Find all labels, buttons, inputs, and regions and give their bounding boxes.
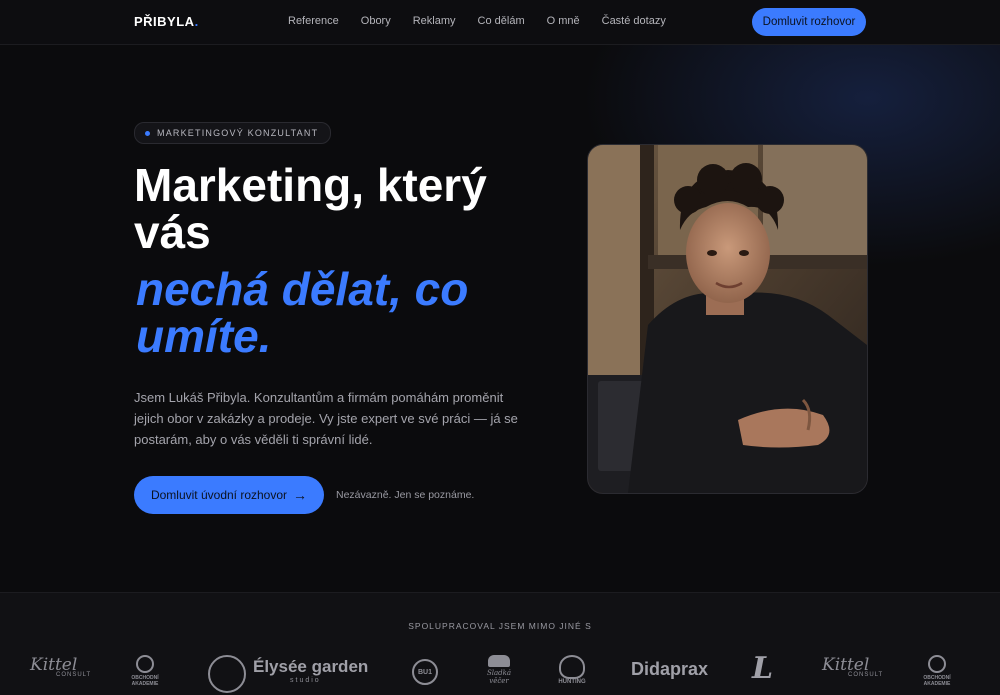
nav-co-delam[interactable]: Co dělám [478, 15, 525, 27]
nav-obory[interactable]: Obory [361, 15, 391, 27]
badge-label: MARKETINGOVÝ KONZULTANT [157, 128, 319, 138]
header-cta-button[interactable]: Domluvit rozhovor [752, 8, 866, 36]
partner-logo-hunting: HUNTING [557, 655, 587, 685]
portrait-photo [587, 144, 868, 494]
partner-logo-obchodni-akademie: OBCHODNÍ AKADEMIE [120, 655, 170, 687]
nav-reference[interactable]: Reference [288, 15, 339, 27]
partner-logo-didaprax: Didaprax [631, 659, 709, 679]
nav-reklamy[interactable]: Reklamy [413, 15, 456, 27]
partner-logo-bu1: BU1 [412, 659, 438, 685]
nav-caste-dotazy[interactable]: Časté dotazy [602, 15, 666, 27]
partners-section: SPOLUPRACOVAL JSEM MIMO JINÉ S Kittel CO… [0, 592, 1000, 695]
main-nav: Reference Obory Reklamy Co dělám O mně Č… [288, 15, 688, 27]
portrait-illustration [588, 145, 867, 493]
hero-title-line1: Marketing, který [134, 159, 487, 211]
hero-cta-label: Domluvit úvodní rozhovor [150, 488, 288, 502]
hero-title: Marketing, který vás [134, 162, 554, 256]
partner-logo-obchodni-akademie-2: OBCHODNÍ AKADEMIE [912, 655, 962, 687]
hero-cta-button[interactable]: Domluvit úvodní rozhovor → [134, 476, 324, 514]
site-logo[interactable]: PŘIBYLA. [134, 14, 199, 29]
badge-dot-icon [145, 130, 150, 136]
arrow-right-icon: → [293, 487, 308, 503]
hero-cta-note: Nezávazně. Jen se poznáme. [336, 489, 475, 501]
hero-accent-line2: umíte. [136, 310, 272, 362]
hero-accent-line1: nechá dělat, co [136, 263, 469, 315]
partner-logo-l: L [752, 651, 774, 686]
hero-lead: Jsem Lukáš Přibyla. Konzultantům a firmá… [134, 390, 518, 447]
hero-title-accent: nechá dělat, co umíte. [136, 266, 556, 360]
partner-logo-kittel: Kittel CONSULT [30, 655, 92, 678]
site-header: PŘIBYLA. Reference Obory Reklamy Co dělá… [0, 0, 1000, 45]
hero-title-line2: vás [134, 206, 211, 258]
partners-title: SPOLUPRACOVAL JSEM MIMO JINÉ S [408, 621, 592, 631]
partner-logo-sladka-vecer: Sladká věčer [484, 655, 514, 685]
role-badge: MARKETINGOVÝ KONZULTANT [134, 122, 332, 144]
nav-o-mne[interactable]: O mně [547, 15, 580, 27]
partner-logo-kittel-2: Kittel CONSULT [822, 655, 884, 678]
